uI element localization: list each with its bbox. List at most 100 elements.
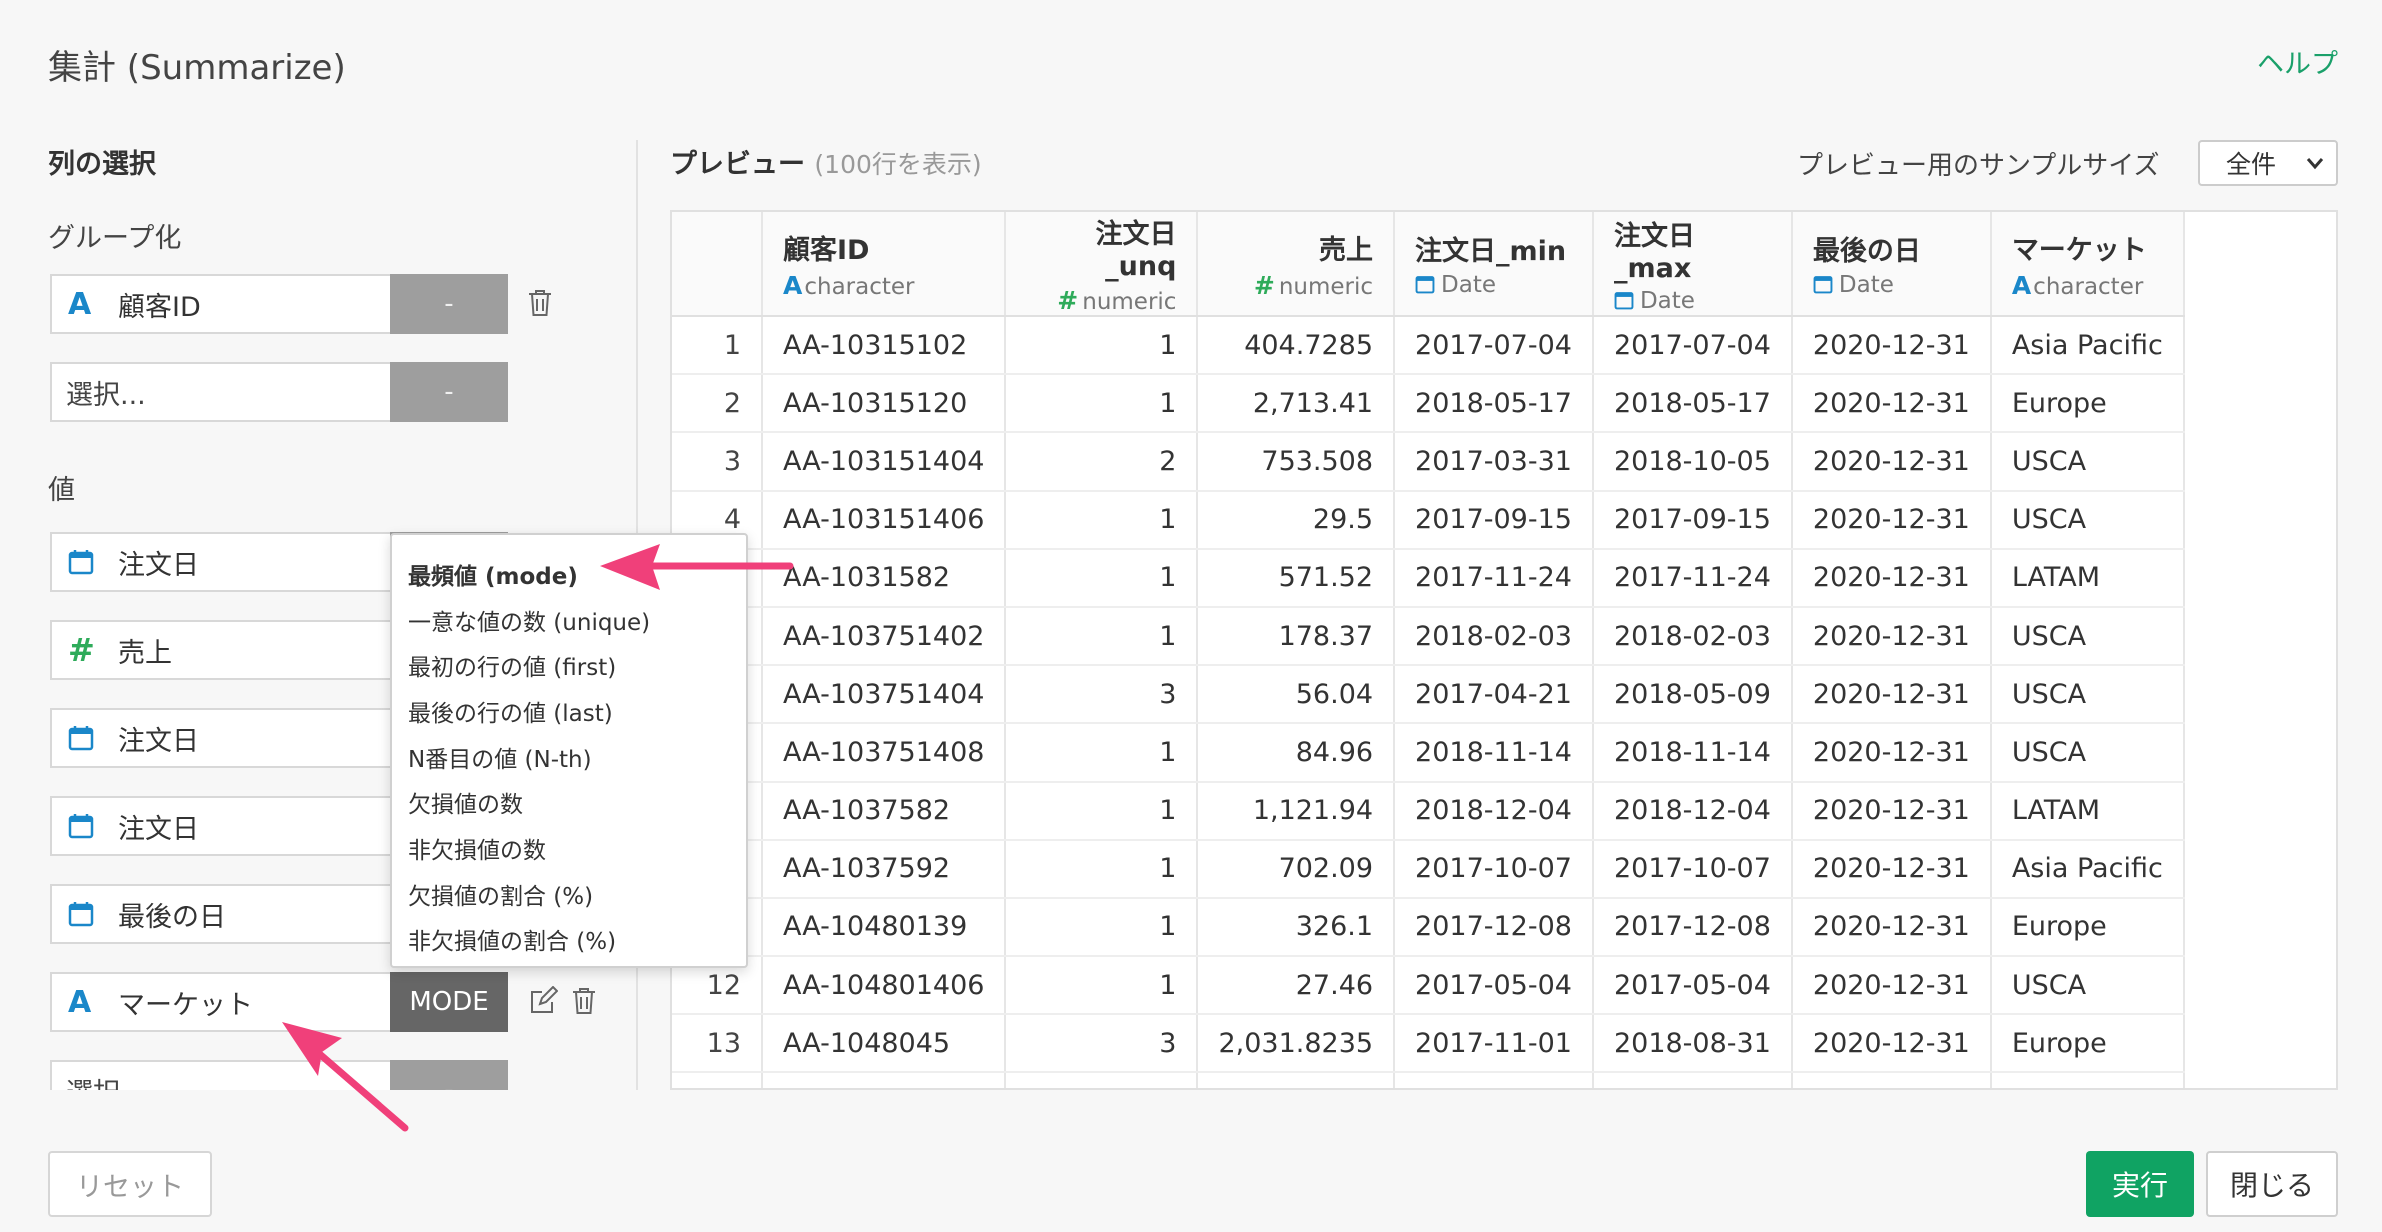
preview-table[interactable]: 顧客ID Acharacter 注文日_unq # numeric 売上 # numeri… (670, 210, 2338, 1090)
close-button[interactable]: 閉じる (2206, 1151, 2338, 1217)
table-cell: 2017-09-15 (1592, 490, 1793, 550)
table-row[interactable]: 13 AA-1048045 3 2,031.8235 2017-11-01 2018-08… (672, 1014, 2185, 1074)
table-row[interactable]: 6AA-1037514021178.372018-02-032018-02-03… (672, 606, 2185, 667)
column-header[interactable]: 売上 # numeric (1197, 212, 1396, 317)
row-index-cell: 14 (672, 1072, 763, 1088)
table-cell: 2017-10-07 (1592, 839, 1793, 899)
table-cell: 1 (1005, 1072, 1199, 1088)
sample-size-select[interactable]: 全件 (2198, 140, 2338, 186)
table-row[interactable]: 10AA-10375921702.092017-10-072017-10-072… (672, 839, 2185, 899)
table-cell: 2017-09-15 (1394, 490, 1594, 550)
group-column-select[interactable]: A 顧客ID (50, 274, 390, 334)
menu-item-last[interactable]: 最後の行の値 (last) (392, 688, 746, 734)
table-cell: 2017-11-24 (1592, 548, 1793, 608)
table-cell: AA-103151406 (762, 490, 1007, 550)
table-cell: 2018-12-04 (1394, 781, 1594, 841)
menu-item-missing-count[interactable]: 欠損値の数 (392, 779, 746, 825)
column-header[interactable]: マーケット Acharacter (1990, 212, 2185, 317)
table-cell: 2020-12-31 (1791, 839, 1992, 899)
table-row[interactable]: 1 AA-10315102 1 404.7285 2017-07-04 2017-07-0… (672, 316, 2185, 376)
table-cell: AA-10315102 (762, 316, 1007, 376)
aggregation-menu: 最頻値 (mode) 一意な値の数 (unique) 最初の行の値 (first… (390, 533, 748, 968)
group-column-select-empty[interactable]: 選択... (50, 362, 390, 422)
trash-icon[interactable] (570, 986, 598, 1020)
value-column-select[interactable]: 注文日 (50, 708, 390, 768)
table-cell: 2018-11-14 (1592, 723, 1793, 783)
run-button[interactable]: 実行 (2086, 1151, 2194, 1217)
table-cell: 2 (1005, 432, 1199, 492)
chevron-down-icon (2304, 150, 2326, 182)
reset-button[interactable]: リセット (48, 1151, 212, 1217)
table-cell: 2020-12-31 (1791, 432, 1992, 492)
column-header[interactable]: 注文日_min Date (1394, 212, 1594, 317)
table-cell: USCA (1990, 665, 2185, 725)
value-column-select[interactable]: A マーケット (50, 972, 390, 1032)
help-link[interactable]: ヘルプ (2257, 42, 2338, 81)
row-index-cell: 2 (672, 374, 763, 434)
table-row[interactable]: 5AA-10315821571.522017-11-242017-11-2420… (672, 548, 2185, 608)
table-cell: 571.52 (1197, 548, 1396, 608)
table-cell: USCA (1990, 606, 2185, 667)
table-cell: 2017-03-04 (1592, 1072, 1793, 1088)
table-row[interactable]: 9AA-103758211,121.942018-12-042018-12-04… (672, 781, 2185, 841)
menu-item-non-missing-count[interactable]: 非欠損値の数 (392, 825, 746, 871)
value-row: A マーケット MODE (50, 972, 600, 1032)
trash-icon[interactable] (526, 288, 554, 322)
preview-row-count: (100行を表示) (814, 150, 982, 179)
column-header[interactable]: 注文日_max Date (1592, 212, 1793, 317)
aggregation-button-empty[interactable]: - (390, 1060, 508, 1090)
calendar-icon (1614, 291, 1634, 309)
edit-icon[interactable] (528, 985, 559, 1020)
group-option-button-empty[interactable]: - (390, 362, 508, 422)
row-index-cell: 13 (672, 1014, 763, 1074)
dialog-title: 集計 (Summarize) (48, 48, 346, 88)
value-column-select-empty[interactable]: 選択... (50, 1060, 390, 1090)
value-label: 値 (48, 475, 75, 506)
menu-item-nth[interactable]: N番目の値 (N-th) (392, 734, 746, 780)
character-type-icon: A (68, 984, 92, 1020)
menu-item-first[interactable]: 最初の行の値 (first) (392, 642, 746, 688)
table-row[interactable]: 8AA-103751408184.962018-11-142018-11-142… (672, 723, 2185, 783)
table-row[interactable]: 14AA-104805311,521.112017-03-042017-03-0… (672, 1072, 2185, 1088)
table-cell: 2017-03-04 (1394, 1072, 1594, 1088)
group-by-label: グループ化 (48, 223, 182, 254)
menu-item-mode[interactable]: 最頻値 (mode) (392, 551, 746, 597)
table-cell: 2020-12-31 (1791, 548, 1992, 608)
calendar-icon (68, 901, 110, 927)
table-cell: 2018-10-05 (1592, 432, 1793, 492)
table-cell: 2017-05-04 (1394, 956, 1594, 1016)
calendar-icon (68, 725, 110, 751)
character-type-icon: A (68, 286, 92, 322)
menu-item-non-missing-ratio[interactable]: 非欠損値の割合 (%) (392, 917, 746, 963)
row-index-cell: 3 (672, 432, 763, 492)
table-cell: 1,121.94 (1197, 781, 1396, 841)
menu-item-missing-ratio[interactable]: 欠損値の割合 (%) (392, 871, 746, 917)
value-column-select[interactable]: 最後の日 (50, 884, 390, 944)
table-cell: 2020-12-31 (1791, 1072, 1992, 1088)
menu-item-unique[interactable]: 一意な値の数 (unique) (392, 597, 746, 643)
table-cell: 2020-12-31 (1791, 606, 1992, 667)
aggregation-mode-button[interactable]: MODE (390, 972, 508, 1032)
value-column-select[interactable]: 注文日 (50, 796, 390, 856)
table-cell: AA-103751402 (762, 606, 1007, 667)
table-row[interactable]: 2 AA-10315120 1 2,713.41 2018-05-17 2018-05-1… (672, 374, 2185, 434)
table-cell: USCA (1990, 956, 2185, 1016)
table-cell: Europe (1990, 897, 2185, 958)
table-cell: 2017-07-04 (1592, 316, 1793, 376)
column-header[interactable]: 注文日_unq # numeric (1005, 212, 1199, 317)
table-cell: AA-10315120 (762, 374, 1007, 434)
numeric-type-icon: # (1253, 270, 1275, 300)
value-column-select[interactable]: 注文日 (50, 532, 390, 592)
group-option-button[interactable]: - (390, 274, 508, 334)
value-column-select[interactable]: # 売上 (50, 620, 390, 680)
table-row[interactable]: 12 AA-104801406 1 27.46 2017-05-04 2017-05-04… (672, 956, 2185, 1016)
table-cell: 2018-05-17 (1394, 374, 1594, 434)
table-cell: 2018-05-09 (1592, 665, 1793, 725)
table-row[interactable]: 3 AA-103151404 2 753.508 2017-03-31 2018-10-0… (672, 432, 2185, 492)
table-row[interactable]: 4 AA-103151406 1 29.5 2017-09-15 2017-09-15 20… (672, 490, 2185, 550)
column-header[interactable]: 最後の日 Date (1791, 212, 1992, 317)
table-cell: 2017-12-08 (1592, 897, 1793, 958)
column-header[interactable]: 顧客ID Acharacter (762, 212, 1007, 317)
table-row[interactable]: 11AA-104801391326.12017-12-082017-12-082… (672, 897, 2185, 958)
table-row[interactable]: 7AA-103751404356.042017-04-212018-05-092… (672, 665, 2185, 725)
